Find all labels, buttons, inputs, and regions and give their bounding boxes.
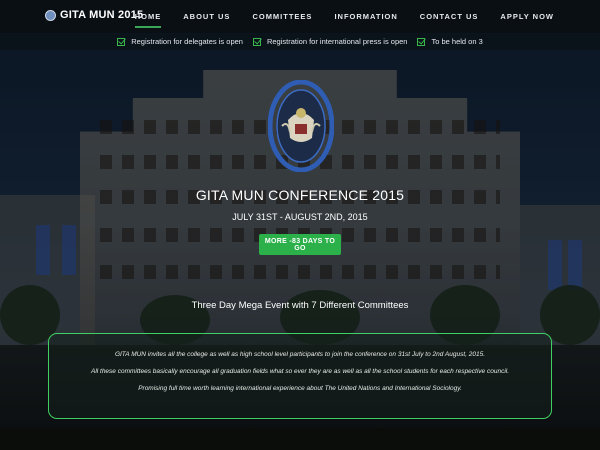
checkbox-check-icon	[252, 37, 261, 46]
ticker-item: Registration for international press is …	[252, 37, 408, 46]
nav-contact-us[interactable]: CONTACT US	[420, 12, 479, 21]
nav-apply-now[interactable]: APPLY NOW	[500, 12, 554, 21]
checkbox-check-icon	[417, 37, 426, 46]
footer-strip	[0, 428, 600, 450]
hero-tagline: Three Day Mega Event with 7 Different Co…	[191, 300, 409, 311]
hero-title: GITA MUN CONFERENCE 2015	[195, 187, 405, 203]
ticker-text: To be held on 3	[431, 37, 483, 46]
nav-about-us[interactable]: ABOUT US	[183, 12, 230, 21]
nav-home[interactable]: HOME	[134, 12, 162, 28]
nav-information[interactable]: INFORMATION	[334, 12, 397, 21]
nav-committees[interactable]: COMMITTEES	[252, 12, 312, 21]
ticker-text: Registration for international press is …	[266, 37, 408, 46]
news-ticker: Registration for delegates is open Regis…	[0, 33, 600, 50]
ticker-item: Registration for delegates is open	[117, 37, 243, 46]
top-navbar: GITA MUN 2015 HOME ABOUT US COMMITTEES I…	[0, 0, 600, 34]
logo-emblem-icon	[45, 9, 56, 21]
intro-line: GITA MUN invites all the college as well…	[114, 351, 486, 358]
mun-emblem-icon	[268, 80, 334, 172]
main-menu: HOME ABOUT US COMMITTEES INFORMATION CON…	[113, 12, 554, 28]
intro-line: All these committees basically encourage…	[90, 368, 510, 375]
checkbox-check-icon	[117, 37, 126, 46]
hero-date: JULY 31ST - AUGUST 2ND, 2015	[232, 212, 368, 222]
ticker-text: Registration for delegates is open	[131, 37, 243, 46]
countdown-button[interactable]: MORE -83 DAYS TO GO	[259, 234, 341, 255]
ticker-item: To be held on 3	[417, 37, 483, 46]
intro-panel: GITA MUN invites all the college as well…	[48, 333, 552, 419]
intro-line: Promising full time worth learning inter…	[138, 385, 462, 392]
